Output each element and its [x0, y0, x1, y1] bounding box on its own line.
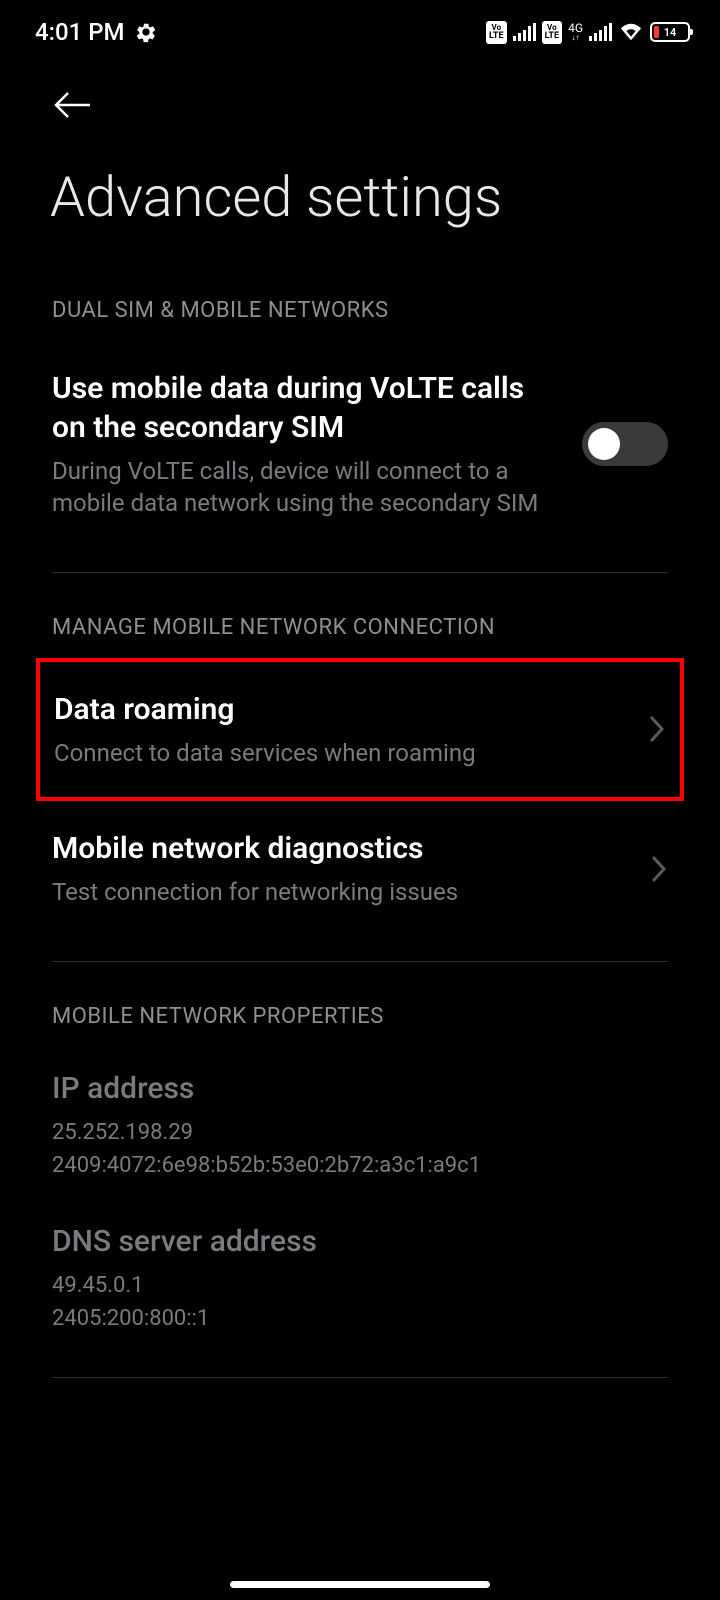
- status-left: 4:01 PM: [35, 18, 157, 46]
- status-bar: 4:01 PM VoLTE VoLTE 4G ↓↑ 14: [0, 0, 720, 60]
- setting-roaming-title: Data roaming: [54, 690, 628, 729]
- setting-roaming-desc: Connect to data services when roaming: [54, 737, 628, 769]
- signal-bars-icon: [513, 23, 536, 41]
- signal-bars-icon: [589, 23, 612, 41]
- setting-volte-title: Use mobile data during VoLTE calls on th…: [52, 369, 562, 447]
- volte-toggle[interactable]: [582, 422, 668, 466]
- dns-label: DNS server address: [52, 1222, 668, 1261]
- volte-badge-icon: VoLTE: [542, 21, 563, 44]
- back-icon[interactable]: [50, 90, 92, 120]
- chevron-right-icon: [650, 854, 668, 884]
- battery-icon: 14: [650, 22, 690, 42]
- battery-percent: 14: [664, 26, 677, 39]
- dns-value: 49.45.0.1 2405:200:800::1: [52, 1269, 668, 1335]
- ip-address-value: 25.252.198.29 2409:4072:6e98:b52b:53e0:2…: [52, 1116, 668, 1182]
- network-type-label: 4G ↓↑: [568, 22, 583, 42]
- highlight-box: Data roaming Connect to data services wh…: [36, 658, 684, 801]
- wifi-icon: [618, 21, 644, 43]
- section-header-dual-sim: DUAL SIM & MOBILE NETWORKS: [0, 280, 720, 341]
- divider: [52, 572, 668, 573]
- setting-volte-desc: During VoLTE calls, device will connect …: [52, 455, 562, 520]
- page-title: Advanced settings: [0, 164, 720, 280]
- status-right: VoLTE VoLTE 4G ↓↑ 14: [486, 21, 690, 44]
- setting-volte-row[interactable]: Use mobile data during VoLTE calls on th…: [0, 341, 720, 548]
- property-ip-row: IP address 25.252.198.29 2409:4072:6e98:…: [0, 1047, 720, 1200]
- back-row: [0, 60, 720, 164]
- gear-icon: [135, 21, 157, 43]
- ip-address-label: IP address: [52, 1069, 668, 1108]
- property-dns-row: DNS server address 49.45.0.1 2405:200:80…: [0, 1200, 720, 1353]
- time-text: 4:01 PM: [35, 18, 125, 46]
- volte-badge-icon: VoLTE: [486, 21, 507, 44]
- setting-diagnostics-row[interactable]: Mobile network diagnostics Test connecti…: [0, 801, 720, 936]
- section-header-manage: MANAGE MOBILE NETWORK CONNECTION: [0, 597, 720, 658]
- chevron-right-icon: [648, 714, 666, 744]
- setting-diagnostics-title: Mobile network diagnostics: [52, 829, 630, 868]
- setting-data-roaming-row[interactable]: Data roaming Connect to data services wh…: [40, 662, 680, 797]
- divider: [52, 1377, 668, 1378]
- nav-bar-handle[interactable]: [230, 1581, 490, 1588]
- divider: [52, 961, 668, 962]
- section-header-properties: MOBILE NETWORK PROPERTIES: [0, 986, 720, 1047]
- setting-diagnostics-desc: Test connection for networking issues: [52, 876, 630, 908]
